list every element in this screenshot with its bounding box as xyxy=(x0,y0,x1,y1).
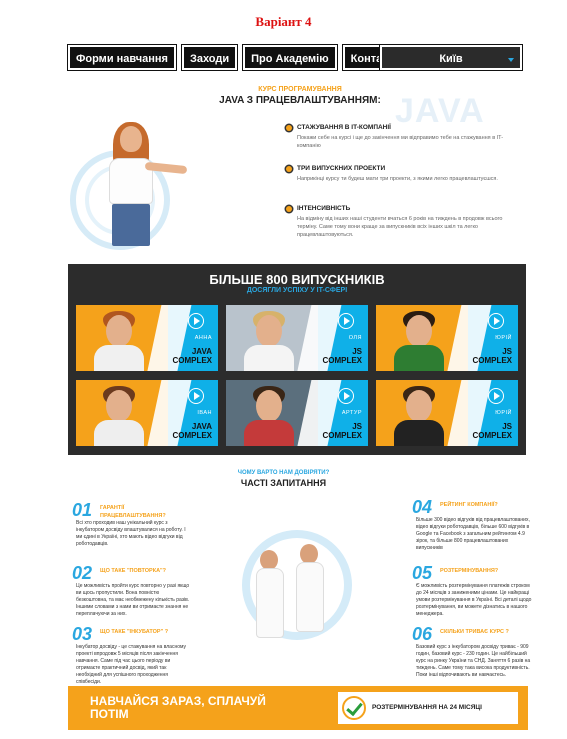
feature-text: На відміну від інших наші студенти вчать… xyxy=(297,216,503,238)
faq-number: 01 xyxy=(72,500,93,520)
faq-answer: Це можливість пройти курс повторно у раз… xyxy=(76,583,190,617)
play-icon[interactable] xyxy=(188,313,204,329)
faq-answer: Всі хто проходив наш унікальний курс з і… xyxy=(76,520,186,547)
graduate-name: АННА xyxy=(194,335,212,341)
feature-intensity: ІНТЕНСИВНІСТЬ На відміну від інших наші … xyxy=(286,205,524,239)
graduate-track: JAVA COMPLEX xyxy=(172,347,212,365)
graduate-track: JS COMPLEX xyxy=(322,347,362,365)
nav-forms-button[interactable]: Форми навчання xyxy=(67,44,177,71)
faq-question: РОЗТЕРМІНУВАННЯ? xyxy=(440,568,499,574)
bullet-icon xyxy=(286,206,292,212)
graduate-name: АРТУР xyxy=(341,410,362,416)
feature-text: Покажи себе на курсі і ще до закінчення … xyxy=(297,135,504,149)
feature-projects: ТРИ ВИПУСКНИХ ПРОЕКТИ Наприкінці курсу т… xyxy=(286,165,524,183)
graduate-track: JS COMPLEX xyxy=(472,422,512,440)
installment-text: РОЗТЕРМІНУВАННЯ НА 24 МІСЯЦІ xyxy=(372,704,482,711)
faq-question: СКІЛЬКИ ТРИВАЄ КУРС ? xyxy=(440,629,509,635)
city-select[interactable]: Київ xyxy=(379,44,523,71)
graduate-card[interactable]: ЮРІЙ JS COMPLEX xyxy=(376,380,518,446)
graduate-name: ОЛЯ xyxy=(348,335,362,341)
hero-student-image xyxy=(95,122,188,247)
installment-box: РОЗТЕРМІНУВАННЯ НА 24 МІСЯЦІ xyxy=(338,692,518,724)
play-icon[interactable] xyxy=(188,388,204,404)
faq-title: ЧАСТІ ЗАПИТАННЯ xyxy=(240,478,327,488)
graduate-name: ЮРІЙ xyxy=(495,410,512,416)
bullet-icon xyxy=(286,166,292,172)
graduate-name: ЮРІЙ xyxy=(495,335,512,341)
faq-subtitle: ЧОМУ ВАРТО НАМ ДОВІРЯТИ? xyxy=(237,470,330,476)
play-icon[interactable] xyxy=(338,313,354,329)
play-icon[interactable] xyxy=(338,388,354,404)
graduates-section: БІЛЬШЕ 800 ВИПУСКНИКІВ ДОСЯГЛИ УСПІХУ У … xyxy=(68,264,526,455)
variant-title: Варіант 4 xyxy=(255,14,312,29)
graduate-card[interactable]: ОЛЯ JS COMPLEX xyxy=(226,305,368,371)
faq-number: 06 xyxy=(412,624,433,644)
course-title: JAVA З ПРАЦЕВЛАШТУВАННЯМ: xyxy=(219,95,381,106)
faq-answer: Базовий курс з інкубатором досвіду трива… xyxy=(416,644,531,678)
faq-answer: Є можливість розтермінування платежів ст… xyxy=(416,583,532,617)
cta-banner[interactable]: НАВЧАЙСЯ ЗАРАЗ, СПЛАЧУЙ ПОТІМ РОЗТЕРМІНУ… xyxy=(68,686,528,730)
graduates-title: БІЛЬШЕ 800 ВИПУСКНИКІВ xyxy=(209,272,385,287)
course-subtitle: КУРС ПРОГРАМУВАННЯ xyxy=(258,86,342,93)
main-nav: Форми навчання Заходи Про Академію Конта… xyxy=(67,44,409,71)
graduate-track: JS COMPLEX xyxy=(472,347,512,365)
feature-text: Наприкінці курсу ти будеш мати три проек… xyxy=(297,176,498,182)
faq-number: 04 xyxy=(412,497,433,517)
bullet-icon xyxy=(286,125,292,131)
chevron-down-icon xyxy=(508,58,514,62)
cta-headline: НАВЧАЙСЯ ЗАРАЗ, СПЛАЧУЙ ПОТІМ xyxy=(90,694,266,721)
feature-title: ІНТЕНСИВНІСТЬ xyxy=(297,205,351,212)
feature-title: ТРИ ВИПУСКНИХ ПРОЕКТИ xyxy=(297,165,386,172)
nav-events-button[interactable]: Заходи xyxy=(180,44,239,71)
feature-internship: СТАЖУВАННЯ В IT-КОМПАНІЇ Покажи себе на … xyxy=(286,124,524,150)
faq-question: РЕЙТИНГ КОМПАНІЇ? xyxy=(440,502,498,508)
city-select-value: Київ xyxy=(439,53,463,65)
play-icon[interactable] xyxy=(488,388,504,404)
faq-question: ЩО ТАКЕ "ІНКУБАТОР" ? xyxy=(100,629,169,635)
faq-number: 03 xyxy=(72,624,93,644)
graduate-track: JAVA COMPLEX xyxy=(172,422,212,440)
graduate-card[interactable]: АРТУР JS COMPLEX xyxy=(226,380,368,446)
faq-answer: Більше 300 відео відгуків від працевлашт… xyxy=(416,517,530,551)
faq-number: 02 xyxy=(72,563,93,583)
checkmark-icon xyxy=(342,696,366,720)
nav-about-button[interactable]: Про Академію xyxy=(242,44,338,71)
faq-question: ГАРАНТІЇ ПРАЦЕВЛАШТУВАННЯ? xyxy=(100,505,166,519)
graduate-card[interactable]: ЮРІЙ JS COMPLEX xyxy=(376,305,518,371)
play-icon[interactable] xyxy=(488,313,504,329)
faq-answer: Інкубатор досвіду - це стажування на вла… xyxy=(76,644,186,685)
faq-number: 05 xyxy=(412,563,433,583)
graduate-name: ІВАН xyxy=(197,410,212,416)
graduate-card[interactable]: АННА JAVA COMPLEX xyxy=(76,305,218,371)
students-image xyxy=(232,520,352,685)
faq-question: ЩО ТАКЕ "ПОВТОРКА"? xyxy=(100,568,167,574)
graduate-track: JS COMPLEX xyxy=(322,422,362,440)
graduates-subtitle: ДОСЯГЛИ УСПІХУ У IT-СФЕРІ xyxy=(246,287,348,294)
feature-title: СТАЖУВАННЯ В IT-КОМПАНІЇ xyxy=(297,124,391,131)
graduate-card[interactable]: ІВАН JAVA COMPLEX xyxy=(76,380,218,446)
